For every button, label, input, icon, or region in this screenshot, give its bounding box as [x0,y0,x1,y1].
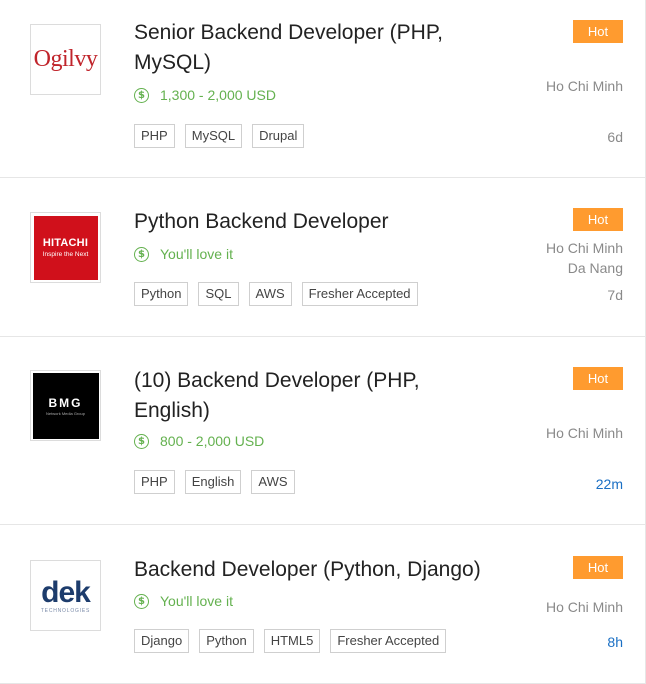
job-card[interactable]: Ogilvy Senior Backend Developer (PHP, My… [0,0,646,178]
job-location: Ho Chi Minh [545,599,623,615]
skill-tags: Django Python HTML5 Fresher Accepted [134,629,447,653]
skill-tag[interactable]: Django [134,629,190,653]
dek-logo: dek TECHNOLOGIES [40,575,91,614]
job-card[interactable]: dek TECHNOLOGIES Backend Developer (Pyth… [0,525,646,684]
salary: $ You'll love it [134,244,233,264]
dollar-circle-icon: $ [134,246,149,262]
salary-text: You'll love it [160,246,233,262]
skill-tag[interactable]: Drupal [252,124,305,148]
posted-time: 6d [607,129,623,145]
skill-tag[interactable]: MySQL [184,124,243,148]
skill-tags: PHP English AWS [134,470,295,494]
company-logo-hitachi[interactable]: HITACHI Inspire the Next [30,212,101,283]
skill-tag[interactable]: Fresher Accepted [301,282,418,306]
posted-time: 7d [607,287,623,303]
posted-time: 8h [607,634,623,650]
salary-text: You'll love it [160,593,233,609]
skill-tag[interactable]: Python [199,629,254,653]
salary-text: 1,300 - 2,000 USD [160,87,276,103]
company-logo-ogilvy[interactable]: Ogilvy [30,24,101,95]
skill-tag[interactable]: SQL [198,282,239,306]
hitachi-logo: HITACHI Inspire the Next [33,215,98,280]
hot-badge: Hot [573,208,623,231]
skill-tags: PHP MySQL Drupal [134,124,305,148]
hot-badge: Hot [573,367,623,390]
bmg-logo: BMG Network Media Group [32,372,99,439]
skill-tag[interactable]: AWS [251,470,295,494]
company-logo-dek[interactable]: dek TECHNOLOGIES [30,560,101,631]
salary: $ 1,300 - 2,000 USD [134,85,276,105]
hot-badge: Hot [573,556,623,579]
job-title[interactable]: (10) Backend Developer (PHP, English) [134,366,494,426]
job-title[interactable]: Python Backend Developer [134,207,494,237]
dollar-circle-icon: $ [134,593,149,609]
job-location: Ho Chi Minh [545,78,623,94]
job-title[interactable]: Backend Developer (Python, Django) [134,555,494,585]
skill-tag[interactable]: AWS [248,282,292,306]
skill-tag[interactable]: English [184,470,242,494]
salary: $ 800 - 2,000 USD [134,431,264,451]
hot-badge: Hot [573,20,623,43]
salary: $ You'll love it [134,591,233,611]
job-location: Ho Chi Minh [545,425,623,441]
job-card[interactable]: HITACHI Inspire the Next Python Backend … [0,178,646,337]
dollar-circle-icon: $ [134,433,149,449]
skill-tag[interactable]: Python [134,282,189,306]
dollar-circle-icon: $ [134,87,149,103]
ogilvy-logo-text: Ogilvy [33,46,98,72]
posted-time: 22m [595,476,623,492]
job-title[interactable]: Senior Backend Developer (PHP, MySQL) [134,18,494,78]
job-location: Ho Chi Minh Da Nang [545,240,623,276]
job-card[interactable]: BMG Network Media Group (10) Backend Dev… [0,337,646,525]
salary-text: 800 - 2,000 USD [160,433,265,449]
skill-tag[interactable]: Fresher Accepted [330,629,447,653]
skill-tag[interactable]: PHP [134,124,175,148]
skill-tag[interactable]: PHP [134,470,175,494]
job-list: Ogilvy Senior Backend Developer (PHP, My… [0,0,646,684]
skill-tags: Python SQL AWS Fresher Accepted [134,282,418,306]
company-logo-bmg[interactable]: BMG Network Media Group [30,370,101,441]
skill-tag[interactable]: HTML5 [263,629,321,653]
